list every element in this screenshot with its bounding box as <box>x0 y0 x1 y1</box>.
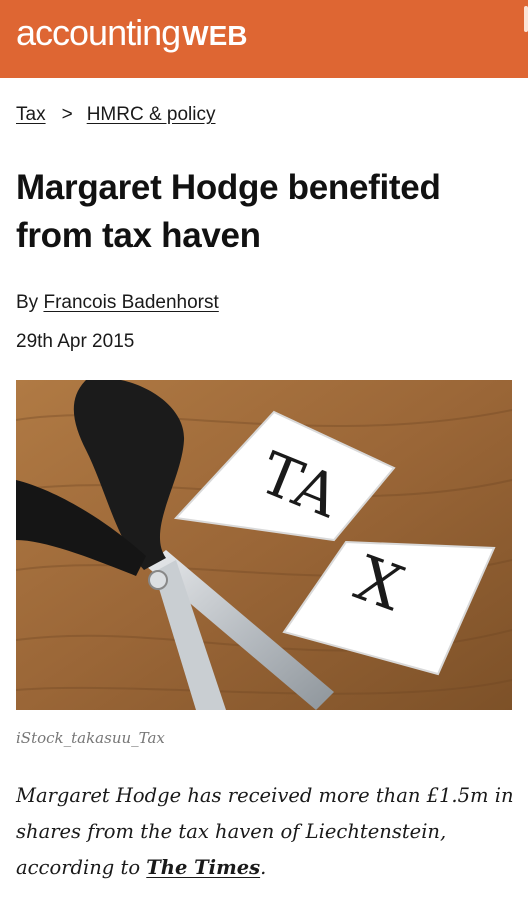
breadcrumb-link-hmrc-policy[interactable]: HMRC & policy <box>87 104 216 126</box>
article-title: Margaret Hodge benefited from tax haven <box>16 168 441 255</box>
image-caption: iStock_takasuu_Tax <box>16 729 165 747</box>
article-standfirst: Margaret Hodge has received more than £1… <box>16 778 516 886</box>
source-link-the-times[interactable]: The Times <box>146 856 260 879</box>
scrollbar-indicator <box>524 6 528 32</box>
author-link[interactable]: Francois Badenhorst <box>43 292 218 313</box>
standfirst-end: . <box>260 856 267 879</box>
article-byline: By Francois Badenhorst <box>16 292 219 314</box>
site-header: accounting WEB <box>0 0 528 78</box>
byline-prefix: By <box>16 292 39 313</box>
breadcrumb-link-tax[interactable]: Tax <box>16 104 46 126</box>
article-date: 29th Apr 2015 <box>16 331 135 352</box>
logo-word-web: WEB <box>182 20 248 51</box>
scissor-pivot <box>148 570 168 590</box>
breadcrumb: Tax > HMRC & policy <box>16 104 216 126</box>
breadcrumb-separator: > <box>61 104 73 125</box>
logo-word-accounting: accounting <box>16 12 181 53</box>
article-hero-image: TA X <box>16 380 512 710</box>
site-logo[interactable]: accounting WEB <box>16 12 247 62</box>
